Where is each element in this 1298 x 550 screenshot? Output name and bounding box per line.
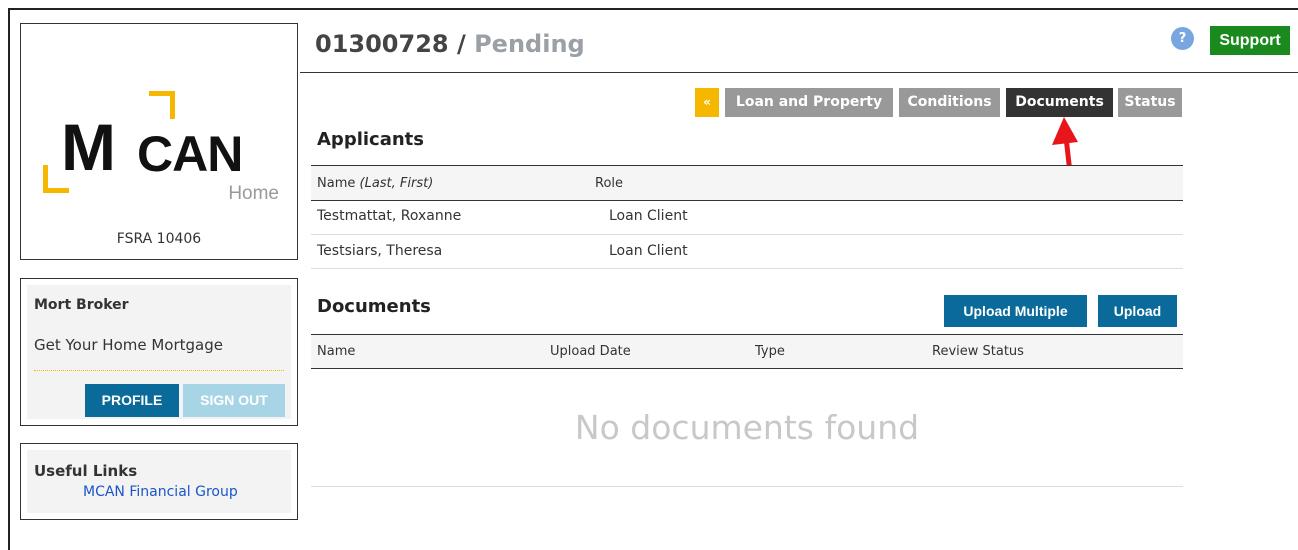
applicants-top-rule <box>311 165 1183 166</box>
license-number: FSRA 10406 <box>116 231 202 247</box>
profile-button[interactable]: PROFILE <box>85 384 179 417</box>
help-icon[interactable]: ? <box>1171 27 1194 50</box>
useful-links-title: Useful Links <box>34 462 138 480</box>
tab-conditions[interactable]: Conditions <box>899 88 1000 117</box>
documents-title: Documents <box>317 296 431 317</box>
upload-multiple-button[interactable]: Upload Multiple <box>944 295 1087 327</box>
applicants-title: Applicants <box>317 129 424 150</box>
loan-number: 01300728 <box>315 30 449 58</box>
link-mcan-financial-group[interactable]: MCAN Financial Group <box>83 484 238 500</box>
documents-top-rule <box>311 334 1183 335</box>
documents-col-upload-date: Upload Date <box>550 344 631 359</box>
sign-out-button[interactable]: SIGN OUT <box>183 384 285 417</box>
collapse-tabs-button[interactable]: « <box>695 88 719 117</box>
documents-col-name: Name <box>317 344 356 359</box>
tab-loan-and-property[interactable]: Loan and Property <box>725 88 893 117</box>
title-separator: / <box>448 30 475 58</box>
documents-header-bg <box>311 335 1183 368</box>
support-button[interactable]: Support <box>1210 26 1290 55</box>
logo-panel: M CAN Home FSRA 10406 <box>20 23 298 260</box>
applicants-col-name: Name (Last, First) <box>317 176 433 191</box>
useful-links-inner <box>27 450 291 513</box>
user-tagline: Get Your Home Mortgage <box>34 336 223 354</box>
logo-word: CAN <box>137 126 243 182</box>
applicants-header-rule <box>311 200 1183 201</box>
documents-header-rule <box>311 368 1183 369</box>
col-name-main: Name <box>317 176 360 191</box>
tab-documents[interactable]: Documents <box>1006 88 1113 117</box>
applicant-name: Testsiars, Theresa <box>317 243 443 259</box>
header-divider <box>300 72 1298 73</box>
applicants-col-role: Role <box>595 176 624 191</box>
logo-sub: Home <box>228 183 279 204</box>
applicant-name: Testmattat, Roxanne <box>317 208 462 224</box>
table-row-divider <box>311 234 1183 235</box>
applicants-header-bg <box>311 166 1183 200</box>
user-divider <box>34 370 284 371</box>
page-title: 01300728 / Pending <box>315 30 585 58</box>
applicant-role: Loan Client <box>609 208 688 224</box>
table-row-divider <box>311 268 1183 269</box>
documents-col-review-status: Review Status <box>932 344 1024 359</box>
empty-documents-message: No documents found <box>574 408 920 447</box>
col-name-hint: (Last, First) <box>359 176 434 191</box>
logo-mark: M <box>61 110 116 184</box>
user-name: Mort Broker <box>34 297 129 313</box>
mcan-home-logo: M CAN Home <box>39 69 279 209</box>
loan-status: Pending <box>474 30 585 58</box>
useful-links-panel <box>20 443 298 520</box>
upload-button[interactable]: Upload <box>1098 295 1177 327</box>
documents-bottom-rule <box>311 486 1183 487</box>
applicant-role: Loan Client <box>609 243 688 259</box>
tab-status[interactable]: Status <box>1118 88 1182 117</box>
logo-bracket-top-right <box>149 91 175 119</box>
documents-col-type: Type <box>755 344 785 359</box>
